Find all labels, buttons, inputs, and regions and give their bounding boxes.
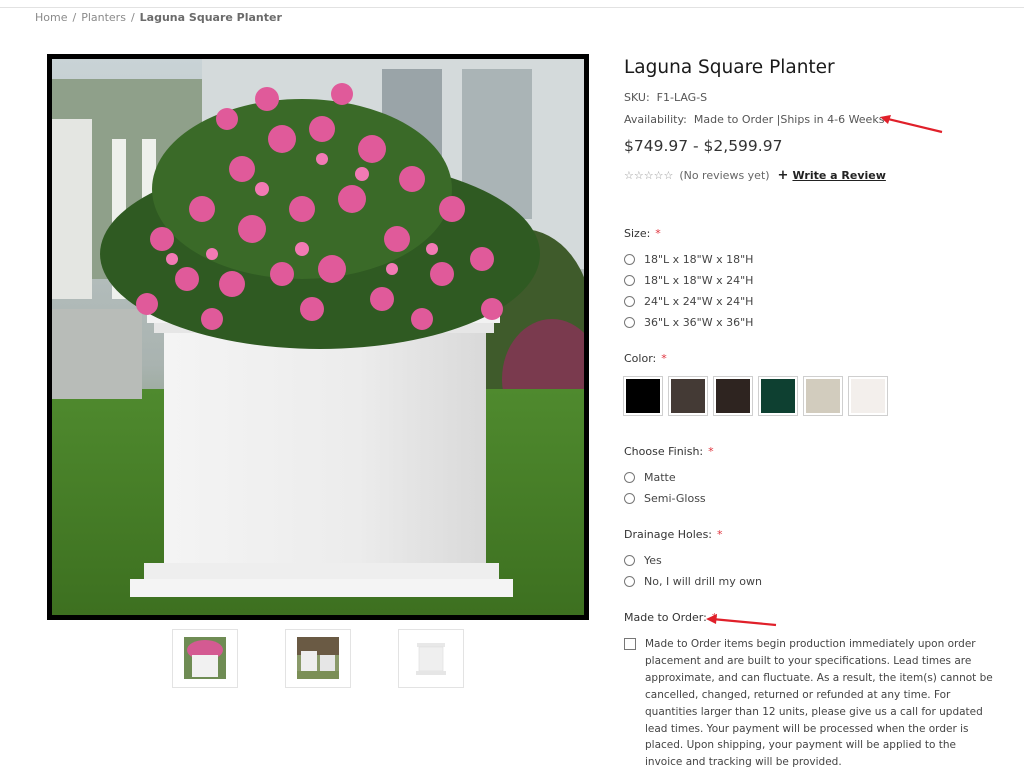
radio-button[interactable] — [624, 555, 635, 566]
size-label: Size: * — [624, 227, 661, 240]
thumbnail-image — [184, 637, 226, 679]
radio-button[interactable] — [624, 296, 635, 307]
drainage-option-label: No, I will drill my own — [644, 575, 762, 588]
required-asterisk: * — [717, 528, 723, 541]
size-option[interactable]: 36"L x 36"W x 36"H — [624, 316, 753, 329]
size-option[interactable]: 18"L x 18"W x 18"H — [624, 253, 753, 266]
thumbnail-image — [410, 637, 452, 679]
finish-label-text: Choose Finish: — [624, 445, 704, 458]
drainage-option-label: Yes — [644, 554, 662, 567]
finish-option[interactable]: Matte — [624, 471, 676, 484]
required-asterisk: * — [708, 445, 714, 458]
finish-label: Choose Finish: * — [624, 445, 714, 458]
breadcrumb-current: Laguna Square Planter — [139, 11, 282, 24]
planter-photo — [52, 59, 584, 615]
star-rating-icon: ☆☆☆☆☆ — [624, 169, 674, 182]
drainage-option[interactable]: Yes — [624, 554, 662, 567]
radio-button[interactable] — [624, 317, 635, 328]
breadcrumb-separator: / — [72, 11, 77, 24]
made-to-order-notice: Made to Order items begin production imm… — [645, 638, 993, 769]
main-product-image[interactable] — [47, 54, 589, 620]
availability-label: Availability: — [624, 113, 687, 126]
swatch-fill — [851, 379, 885, 413]
reviews-count: (No reviews yet) — [679, 169, 770, 182]
color-swatch-green[interactable] — [758, 376, 798, 416]
availability-row: Availability: Made to Order |Ships in 4-6… — [624, 113, 884, 126]
size-option-label: 36"L x 36"W x 36"H — [644, 316, 754, 329]
breadcrumb-separator: / — [130, 11, 135, 24]
finish-option[interactable]: Semi-Gloss — [624, 492, 706, 505]
product-title: Laguna Square Planter — [624, 57, 835, 78]
finish-option-label: Matte — [644, 471, 676, 484]
swatch-fill — [806, 379, 840, 413]
required-asterisk: * — [661, 352, 667, 365]
thumbnail-3[interactable] — [398, 629, 464, 688]
color-swatch-black[interactable] — [623, 376, 663, 416]
price-range: $749.97 - $2,599.97 — [624, 137, 783, 155]
required-asterisk: * — [711, 611, 718, 624]
size-option-label: 18"L x 18"W x 18"H — [644, 253, 754, 266]
size-option[interactable]: 18"L x 18"W x 24"H — [624, 274, 753, 287]
swatch-fill — [761, 379, 795, 413]
radio-button[interactable] — [624, 275, 635, 286]
made-to-order-checkbox[interactable] — [624, 638, 636, 650]
radio-button[interactable] — [624, 493, 635, 504]
radio-button[interactable] — [624, 472, 635, 483]
color-swatch-brown[interactable] — [668, 376, 708, 416]
size-option-label: 18"L x 18"W x 24"H — [644, 274, 754, 287]
drainage-label-text: Drainage Holes: — [624, 528, 713, 541]
thumbnail-2[interactable] — [285, 629, 351, 688]
top-divider — [0, 7, 1024, 8]
breadcrumb: Home / Planters / Laguna Square Planter — [35, 11, 282, 24]
sku-label: SKU: — [624, 91, 650, 104]
breadcrumb-home[interactable]: Home — [35, 11, 67, 24]
write-review-link[interactable]: Write a Review — [792, 169, 885, 182]
drainage-option[interactable]: No, I will drill my own — [624, 575, 762, 588]
breadcrumb-planters[interactable]: Planters — [81, 11, 126, 24]
plus-icon: + — [777, 168, 789, 183]
swatch-fill — [626, 379, 660, 413]
made-to-order-label: Made to Order: * — [624, 611, 717, 624]
color-label-text: Color: — [624, 352, 657, 365]
sku-value: F1-LAG-S — [656, 91, 708, 104]
radio-button[interactable] — [624, 576, 635, 587]
size-option[interactable]: 24"L x 24"W x 24"H — [624, 295, 753, 308]
size-option-label: 24"L x 24"W x 24"H — [644, 295, 754, 308]
made-to-order-label-text: Made to Order: — [624, 611, 707, 624]
sku-row: SKU: F1-LAG-S — [624, 91, 707, 104]
thumbnail-image — [297, 637, 339, 679]
color-label: Color: * — [624, 352, 667, 365]
color-swatch-beige[interactable] — [803, 376, 843, 416]
swatch-fill — [716, 379, 750, 413]
color-swatch-dark-brown[interactable] — [713, 376, 753, 416]
swatch-fill — [671, 379, 705, 413]
availability-value: Made to Order |Ships in 4-6 Weeks — [693, 113, 885, 126]
color-swatch-white[interactable] — [848, 376, 888, 416]
size-label-text: Size: — [624, 227, 651, 240]
required-asterisk: * — [655, 227, 661, 240]
thumbnail-1[interactable] — [172, 629, 238, 688]
drainage-label: Drainage Holes: * — [624, 528, 723, 541]
rating-row: ☆☆☆☆☆ (No reviews yet) + Write a Review — [624, 168, 886, 183]
radio-button[interactable] — [624, 254, 635, 265]
finish-option-label: Semi-Gloss — [644, 492, 706, 505]
annotation-arrow-icon — [880, 115, 943, 134]
